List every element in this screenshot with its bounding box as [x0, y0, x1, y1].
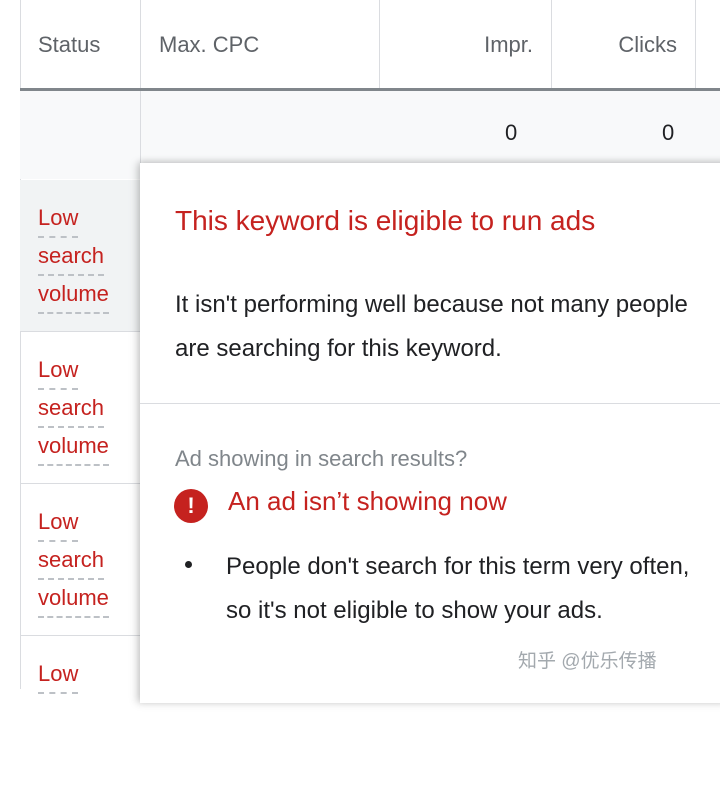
column-header-clicks[interactable]: Clicks: [551, 0, 695, 90]
status-text: volume: [38, 276, 109, 314]
column-header-max-cpc[interactable]: Max. CPC: [141, 0, 379, 90]
watermark: 知乎 @优乐传播: [518, 651, 657, 672]
table-row[interactable]: Low search volume: [20, 484, 140, 636]
popover-title: This keyword is eligible to run ads: [175, 205, 596, 236]
table-row[interactable]: Low: [20, 636, 140, 788]
column-header-impr[interactable]: Impr.: [379, 0, 551, 90]
status-cell[interactable]: Low search volume: [38, 200, 109, 314]
status-text: Low: [38, 656, 79, 694]
error-circle-icon: !: [174, 489, 208, 523]
status-text: volume: [38, 428, 109, 466]
bullet-icon: [185, 561, 192, 568]
popover-section-label: Ad showing in search results?: [175, 446, 468, 471]
popover-divider: [140, 403, 720, 404]
status-text: search: [38, 238, 105, 276]
table-header: Status Max. CPC Impr. Clicks: [0, 0, 720, 90]
column-header-status[interactable]: Status: [20, 0, 140, 90]
status-text: Low: [38, 200, 79, 238]
status-text: Low: [38, 352, 79, 390]
status-popover: This keyword is eligible to run ads It i…: [140, 163, 720, 703]
status-text: volume: [38, 580, 109, 618]
status-cell[interactable]: Low: [38, 656, 79, 694]
popover-description: It isn't performing well because not man…: [175, 291, 688, 362]
status-text: search: [38, 390, 105, 428]
status-cell[interactable]: Low search volume: [38, 352, 109, 466]
ad-status-text: An ad isn’t showing now: [228, 486, 507, 516]
reason-text: People don't search for this term very o…: [226, 553, 690, 624]
table-row[interactable]: Low search volume: [20, 180, 140, 332]
total-impr-value: 0: [505, 120, 518, 145]
total-clicks-value: 0: [662, 120, 675, 145]
status-cell[interactable]: Low search volume: [38, 504, 109, 618]
status-text: Low: [38, 504, 79, 542]
table-row[interactable]: Low search volume: [20, 332, 140, 484]
status-text: search: [38, 542, 105, 580]
